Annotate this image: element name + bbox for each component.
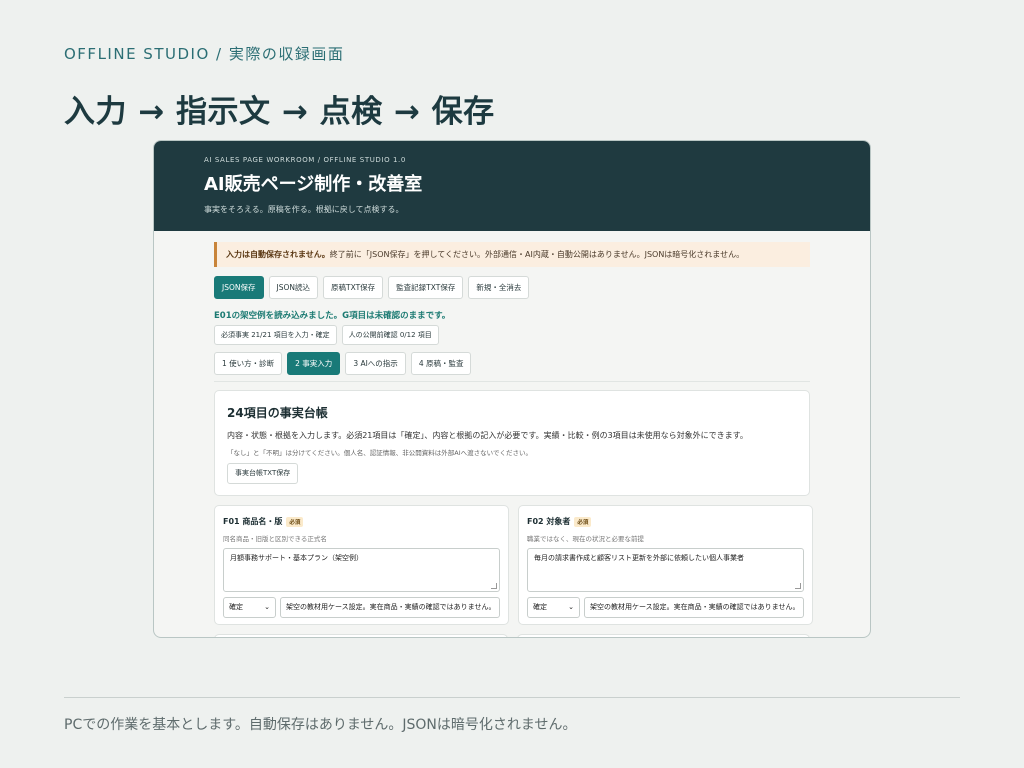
prepublish-check-chip: 人の公開前確認 0/12 項目 — [341, 325, 439, 345]
fact-field-card-partial — [214, 634, 508, 637]
load-status: E01の架空例を読み込みました。G項目は未確認のままです。 — [214, 311, 451, 321]
slide-footer: PCでの作業を基本とします。自動保存はありません。JSONは暗号化されません。 — [64, 717, 577, 733]
state-select[interactable]: 確定 ⌄ — [527, 597, 580, 618]
field-content-value: 毎月の請求書作成と顧客リスト更新を外部に依頼したい個人事業者 — [534, 554, 744, 562]
field-label-text: F01 商品名・版 — [223, 517, 283, 526]
progress-chips: 必須事実 21/21 項目を入力・確定 人の公開前確認 0/12 項目 — [214, 325, 810, 345]
ledger-txt-save-button[interactable]: 事実台帳TXT保存 — [227, 463, 299, 484]
basis-input[interactable]: 架空の教材用ケース設定。実在商品・実績の確認ではありません。 — [584, 597, 804, 618]
app-screenshot-frame: AI SALES PAGE WORKROOM / OFFLINE STUDIO … — [153, 140, 871, 638]
notice-text: 終了前に「JSON保存」を押してください。外部通信・AI内蔵・自動公開はありませ… — [329, 250, 745, 259]
field-content-textarea[interactable]: 月額事務サポート・基本プラン（架空例） — [223, 548, 500, 592]
fact-field-f02: F02 対象者 必須 職業ではなく、現在の状況と必要な前提 毎月の請求書作成と顧… — [518, 505, 813, 625]
footer-divider — [64, 697, 960, 698]
state-value: 確定 — [533, 603, 547, 611]
chevron-down-icon: ⌄ — [264, 603, 270, 611]
app-body: 入力は自動保存されません。終了前に「JSON保存」を押してください。外部通信・A… — [154, 231, 870, 637]
notice-bold: 入力は自動保存されません。 — [226, 250, 330, 259]
tab-draft-audit[interactable]: 4 原稿・監査 — [410, 352, 472, 375]
app-header: AI SALES PAGE WORKROOM / OFFLINE STUDIO … — [154, 141, 870, 231]
draft-txt-save-button[interactable]: 原稿TXT保存 — [323, 276, 384, 299]
chevron-down-icon: ⌄ — [568, 603, 574, 611]
app-kicker: AI SALES PAGE WORKROOM / OFFLINE STUDIO … — [204, 156, 406, 164]
field-meta-row: 確定 ⌄ 架空の教材用ケース設定。実在商品・実績の確認ではありません。 — [527, 597, 804, 618]
autosave-notice: 入力は自動保存されません。終了前に「JSON保存」を押してください。外部通信・A… — [214, 242, 810, 267]
resize-grip-icon[interactable] — [491, 583, 497, 589]
required-badge: 必須 — [286, 516, 304, 527]
fact-fields: F01 商品名・版 必須 同名商品・旧版と区別できる正式名 月額事務サポート・基… — [214, 505, 813, 625]
field-content-textarea[interactable]: 毎月の請求書作成と顧客リスト更新を外部に依頼したい個人事業者 — [527, 548, 804, 592]
ledger-description: 内容・状態・根拠を入力します。必須21項目は「確定」、内容と根拠の記入が必要です… — [227, 431, 748, 440]
slide-kicker: OFFLINE STUDIO / 実際の収録画面 — [64, 45, 345, 63]
fact-field-f01: F01 商品名・版 必須 同名商品・旧版と区別できる正式名 月額事務サポート・基… — [214, 505, 509, 625]
step-tabs: 1 使い方・診断 2 事実入力 3 AIへの指示 4 原稿・監査 — [214, 352, 810, 382]
slide-headline: 入力 → 指示文 → 点検 → 保存 — [64, 94, 495, 130]
field-label: F01 商品名・版 必須 — [223, 516, 500, 527]
field-help: 同名商品・旧版と区別できる正式名 — [223, 535, 327, 543]
state-value: 確定 — [229, 603, 243, 611]
new-clear-button[interactable]: 新規・全消去 — [468, 276, 530, 299]
resize-grip-icon[interactable] — [795, 583, 801, 589]
tab-fact-input[interactable]: 2 事実入力 — [287, 352, 341, 375]
required-badge: 必須 — [574, 516, 592, 527]
basis-input[interactable]: 架空の教材用ケース設定。実在商品・実績の確認ではありません。 — [280, 597, 500, 618]
app-title: AI販売ページ制作・改善室 — [204, 174, 423, 195]
field-help: 職業ではなく、現在の状況と必要な前提 — [527, 535, 644, 543]
fact-field-card-partial — [516, 634, 810, 637]
required-facts-chip: 必須事実 21/21 項目を入力・確定 — [214, 325, 337, 345]
action-bar: JSON保存 JSON読込 原稿TXT保存 監査記録TXT保存 新規・全消去 — [214, 276, 810, 299]
field-label-text: F02 対象者 — [527, 517, 571, 526]
field-label: F02 対象者 必須 — [527, 516, 804, 527]
app-subtitle: 事実をそろえる。原稿を作る。根拠に戻して点検する。 — [204, 205, 404, 214]
audit-txt-save-button[interactable]: 監査記録TXT保存 — [388, 276, 464, 299]
next-field-cards — [214, 634, 810, 637]
tab-usage-diagnosis[interactable]: 1 使い方・診断 — [214, 352, 283, 375]
ledger-note: 「なし」と「不明」は分けてください。個人名、認証情報、非公開資料は外部AIへ渡さ… — [227, 449, 532, 457]
json-load-button[interactable]: JSON読込 — [268, 276, 318, 299]
state-select[interactable]: 確定 ⌄ — [223, 597, 276, 618]
fact-ledger-card: 24項目の事実台帳 内容・状態・根拠を入力します。必須21項目は「確定」、内容と… — [214, 390, 810, 496]
field-content-value: 月額事務サポート・基本プラン（架空例） — [230, 554, 363, 562]
field-meta-row: 確定 ⌄ 架空の教材用ケース設定。実在商品・実績の確認ではありません。 — [223, 597, 500, 618]
tab-ai-instructions[interactable]: 3 AIへの指示 — [345, 352, 406, 375]
json-save-button[interactable]: JSON保存 — [214, 276, 264, 299]
ledger-title: 24項目の事実台帳 — [227, 406, 328, 420]
